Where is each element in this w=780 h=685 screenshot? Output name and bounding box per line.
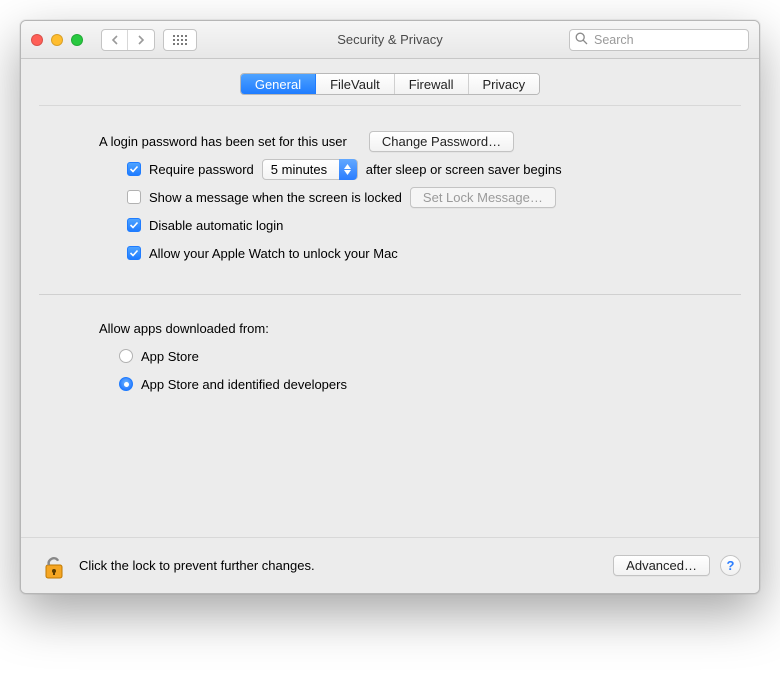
tab-privacy[interactable]: Privacy (469, 74, 540, 94)
show-all-button[interactable] (163, 29, 197, 51)
radio-identified-label: App Store and identified developers (141, 377, 347, 392)
disable-auto-login-checkbox[interactable] (127, 218, 141, 232)
back-button[interactable] (102, 30, 128, 50)
search-input[interactable] (569, 29, 749, 51)
login-password-section: A login password has been set for this u… (59, 106, 721, 294)
forward-button[interactable] (128, 30, 154, 50)
login-password-text: A login password has been set for this u… (99, 134, 347, 149)
checkmark-icon (129, 220, 139, 230)
disable-auto-login-label: Disable automatic login (149, 218, 283, 233)
titlebar: Security & Privacy (21, 21, 759, 59)
radio-app-store-label: App Store (141, 349, 199, 364)
tabs-row: General FileVault Firewall Privacy (21, 59, 759, 105)
show-message-checkbox[interactable] (127, 190, 141, 204)
apple-watch-label: Allow your Apple Watch to unlock your Ma… (149, 246, 398, 261)
require-password-delay-value: 5 minutes (271, 162, 327, 177)
grid-icon (173, 35, 187, 45)
apple-watch-checkbox[interactable] (127, 246, 141, 260)
tab-firewall[interactable]: Firewall (395, 74, 469, 94)
close-button[interactable] (31, 34, 43, 46)
lock-icon[interactable] (39, 551, 69, 581)
lock-help-text: Click the lock to prevent further change… (79, 558, 315, 573)
help-button[interactable]: ? (720, 555, 741, 576)
traffic-lights (31, 34, 83, 46)
footer: Click the lock to prevent further change… (21, 537, 759, 593)
checkmark-icon (129, 164, 139, 174)
advanced-button[interactable]: Advanced… (613, 555, 710, 576)
show-message-label: Show a message when the screen is locked (149, 190, 402, 205)
require-password-delay-select[interactable]: 5 minutes (262, 159, 358, 180)
radio-identified-developers[interactable] (119, 377, 133, 391)
set-lock-message-button: Set Lock Message… (410, 187, 556, 208)
require-password-label-pre: Require password (149, 162, 254, 177)
nav-back-forward (101, 29, 155, 51)
zoom-button[interactable] (71, 34, 83, 46)
radio-app-store[interactable] (119, 349, 133, 363)
tab-filevault[interactable]: FileVault (316, 74, 395, 94)
select-stepper-icon (339, 159, 357, 180)
search-icon (575, 32, 588, 48)
require-password-checkbox[interactable] (127, 162, 141, 176)
require-password-label-post: after sleep or screen saver begins (366, 162, 562, 177)
chevron-left-icon (111, 35, 119, 45)
search-field-wrap (569, 29, 749, 51)
allow-apps-heading: Allow apps downloaded from: (99, 321, 269, 336)
preferences-window: Security & Privacy General FileVault Fir… (20, 20, 760, 594)
tab-general[interactable]: General (241, 74, 316, 94)
checkmark-icon (129, 248, 139, 258)
tab-bar: General FileVault Firewall Privacy (240, 73, 540, 95)
gatekeeper-section: Allow apps downloaded from: App Store Ap… (59, 295, 721, 425)
change-password-button[interactable]: Change Password… (369, 131, 514, 152)
chevron-right-icon (137, 35, 145, 45)
minimize-button[interactable] (51, 34, 63, 46)
content-panel: A login password has been set for this u… (39, 105, 741, 525)
